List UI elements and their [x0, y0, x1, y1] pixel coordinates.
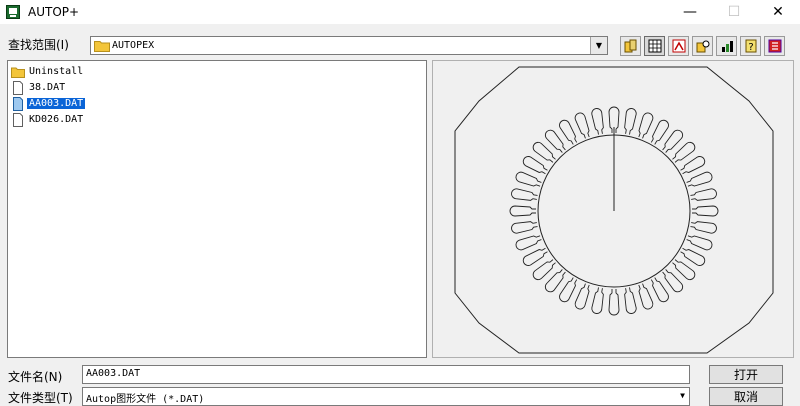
help-icon[interactable]: ?: [740, 36, 761, 56]
toolbar: ?: [620, 36, 785, 56]
list-item[interactable]: KD026.DAT: [11, 112, 85, 127]
list-item-label: AA003.DAT: [27, 98, 86, 109]
lookin-label: 查找范围(I): [8, 38, 69, 52]
stator-slot: [692, 205, 719, 217]
file-icon: [13, 80, 23, 95]
stator-slot: [515, 171, 542, 187]
stator-slot: [511, 188, 538, 201]
stator-slot: [638, 112, 654, 139]
search-folder-icon[interactable]: [692, 36, 713, 56]
stator-lamination-icon: [454, 66, 774, 354]
stator-slot: [574, 112, 590, 139]
bars-icon[interactable]: [716, 36, 737, 56]
stator-slot: [672, 259, 696, 281]
stator-slot: [511, 221, 538, 234]
file-icon: [13, 112, 23, 127]
folder-open-icon[interactable]: [620, 36, 641, 56]
stator-slot: [624, 287, 637, 314]
exit-icon[interactable]: [764, 36, 785, 56]
list-item-label: Uninstall: [29, 66, 84, 77]
stator-slot: [591, 287, 604, 314]
stator-slot: [544, 269, 566, 293]
stator-slot: [532, 141, 556, 163]
preview-pane: [432, 60, 794, 358]
stator-slot: [690, 221, 717, 234]
stator-slot: [662, 269, 684, 293]
chevron-down-icon[interactable]: ▼: [590, 37, 607, 54]
list-item-label: 38.DAT: [29, 82, 66, 93]
stator-slot: [574, 283, 590, 310]
filename-input[interactable]: AA003.DAT: [82, 365, 690, 384]
grid-icon[interactable]: [644, 36, 665, 56]
lookin-combo[interactable]: AUTOPEX ▼: [90, 36, 608, 55]
stator-slot: [638, 283, 654, 310]
stator-slot: [544, 129, 566, 153]
folder-icon: [11, 67, 25, 78]
minimize-button[interactable]: —: [668, 0, 712, 24]
lookin-value: AUTOPEX: [112, 40, 155, 51]
filetype-combo[interactable]: Autop图形文件 (*.DAT) ▼: [82, 387, 690, 406]
filename-label: 文件名(N): [8, 370, 63, 384]
stator-slot: [686, 171, 713, 187]
stator-slot: [608, 289, 620, 316]
file-icon: [13, 96, 23, 111]
stator-slot: [515, 235, 542, 251]
list-item-label: KD026.DAT: [29, 114, 84, 125]
list-item[interactable]: Uninstall: [11, 64, 85, 79]
file-list[interactable]: Uninstall 38.DAT AA003.DAT KD026.DAT: [7, 60, 427, 358]
chevron-down-icon[interactable]: ▼: [680, 391, 685, 400]
close-button[interactable]: ✕: [756, 0, 800, 24]
open-button[interactable]: 打开: [709, 365, 783, 384]
maximize-button[interactable]: ☐: [712, 0, 756, 24]
list-item[interactable]: 38.DAT: [11, 80, 67, 95]
filetype-label: 文件类型(T): [8, 391, 73, 405]
stator-slot: [662, 129, 684, 153]
stator-slot: [686, 235, 713, 251]
cancel-button[interactable]: 取消: [709, 387, 783, 406]
title-bar: AUTOP+ — ☐ ✕: [0, 0, 800, 24]
list-item[interactable]: AA003.DAT: [11, 96, 86, 111]
window-title: AUTOP+: [28, 5, 80, 19]
stator-slot: [690, 188, 717, 201]
stator-slot: [532, 259, 556, 281]
folder-icon: [94, 40, 110, 52]
chart-icon[interactable]: [668, 36, 689, 56]
app-icon: [6, 5, 20, 19]
stator-slot: [672, 141, 696, 163]
stator-slot: [591, 108, 604, 135]
svg-text:?: ?: [748, 42, 753, 53]
stator-slot: [509, 205, 536, 217]
stator-slot: [624, 108, 637, 135]
